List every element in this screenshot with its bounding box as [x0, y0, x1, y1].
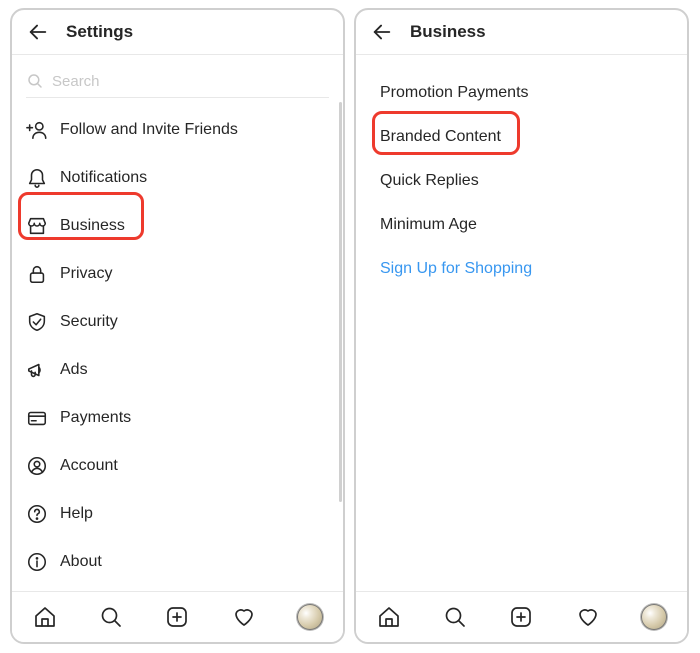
item-label: Sign Up for Shopping — [380, 260, 532, 278]
tab-profile[interactable] — [296, 603, 324, 631]
settings-item-ads[interactable]: Ads — [26, 346, 329, 394]
bell-icon — [26, 167, 60, 189]
settings-list: Follow and Invite Friends Notifications … — [12, 106, 343, 586]
business-item-promotion-payments[interactable]: Promotion Payments — [380, 71, 663, 115]
item-label: Security — [60, 313, 118, 331]
item-label: Quick Replies — [380, 172, 479, 190]
business-list: Promotion Payments Branded Content Quick… — [356, 55, 687, 307]
settings-item-security[interactable]: Security — [26, 298, 329, 346]
tab-search[interactable] — [97, 603, 125, 631]
card-icon — [26, 407, 60, 429]
scrollbar[interactable] — [339, 102, 342, 502]
search-input[interactable]: Search — [26, 65, 329, 98]
business-item-minimum-age[interactable]: Minimum Age — [380, 203, 663, 247]
shield-icon — [26, 311, 60, 333]
item-label: Payments — [60, 409, 131, 427]
item-label: About — [60, 553, 102, 571]
megaphone-icon — [26, 359, 60, 381]
tab-home[interactable] — [31, 603, 59, 631]
item-label: Help — [60, 505, 93, 523]
item-label: Account — [60, 457, 118, 475]
tab-activity[interactable] — [574, 603, 602, 631]
item-label: Promotion Payments — [380, 84, 529, 102]
header: Settings — [12, 10, 343, 55]
item-label: Minimum Age — [380, 216, 477, 234]
business-item-branded-content[interactable]: Branded Content — [380, 115, 663, 159]
tab-activity[interactable] — [230, 603, 258, 631]
item-label: Business — [60, 217, 125, 235]
tab-bar — [12, 591, 343, 642]
settings-item-business[interactable]: Business — [26, 202, 329, 250]
back-button[interactable] — [24, 18, 52, 46]
avatar-icon — [641, 604, 667, 630]
search-placeholder: Search — [52, 73, 100, 90]
invite-icon — [26, 119, 60, 141]
settings-item-invite[interactable]: Follow and Invite Friends — [26, 106, 329, 154]
info-icon — [26, 551, 60, 573]
settings-item-notifications[interactable]: Notifications — [26, 154, 329, 202]
page-title: Business — [410, 22, 486, 42]
back-button[interactable] — [368, 18, 396, 46]
settings-screen: Settings Search Follow and Invite Friend… — [10, 8, 345, 644]
item-label: Notifications — [60, 169, 147, 187]
help-icon — [26, 503, 60, 525]
item-label: Branded Content — [380, 128, 501, 146]
item-label: Privacy — [60, 265, 112, 283]
tab-add[interactable] — [507, 603, 535, 631]
tab-bar — [356, 591, 687, 642]
search-icon — [26, 72, 52, 90]
avatar-icon — [297, 604, 323, 630]
item-label: Follow and Invite Friends — [60, 121, 238, 139]
lock-icon — [26, 263, 60, 285]
business-item-quick-replies[interactable]: Quick Replies — [380, 159, 663, 203]
settings-item-about[interactable]: About — [26, 538, 329, 586]
business-screen: Business Promotion Payments Branded Cont… — [354, 8, 689, 644]
business-item-signup-shopping[interactable]: Sign Up for Shopping — [380, 247, 663, 291]
tab-search[interactable] — [441, 603, 469, 631]
item-label: Ads — [60, 361, 88, 379]
settings-item-help[interactable]: Help — [26, 490, 329, 538]
header: Business — [356, 10, 687, 55]
tab-profile[interactable] — [640, 603, 668, 631]
store-icon — [26, 215, 60, 237]
settings-item-payments[interactable]: Payments — [26, 394, 329, 442]
settings-item-account[interactable]: Account — [26, 442, 329, 490]
page-title: Settings — [66, 22, 133, 42]
tab-home[interactable] — [375, 603, 403, 631]
account-icon — [26, 455, 60, 477]
settings-item-privacy[interactable]: Privacy — [26, 250, 329, 298]
tab-add[interactable] — [163, 603, 191, 631]
